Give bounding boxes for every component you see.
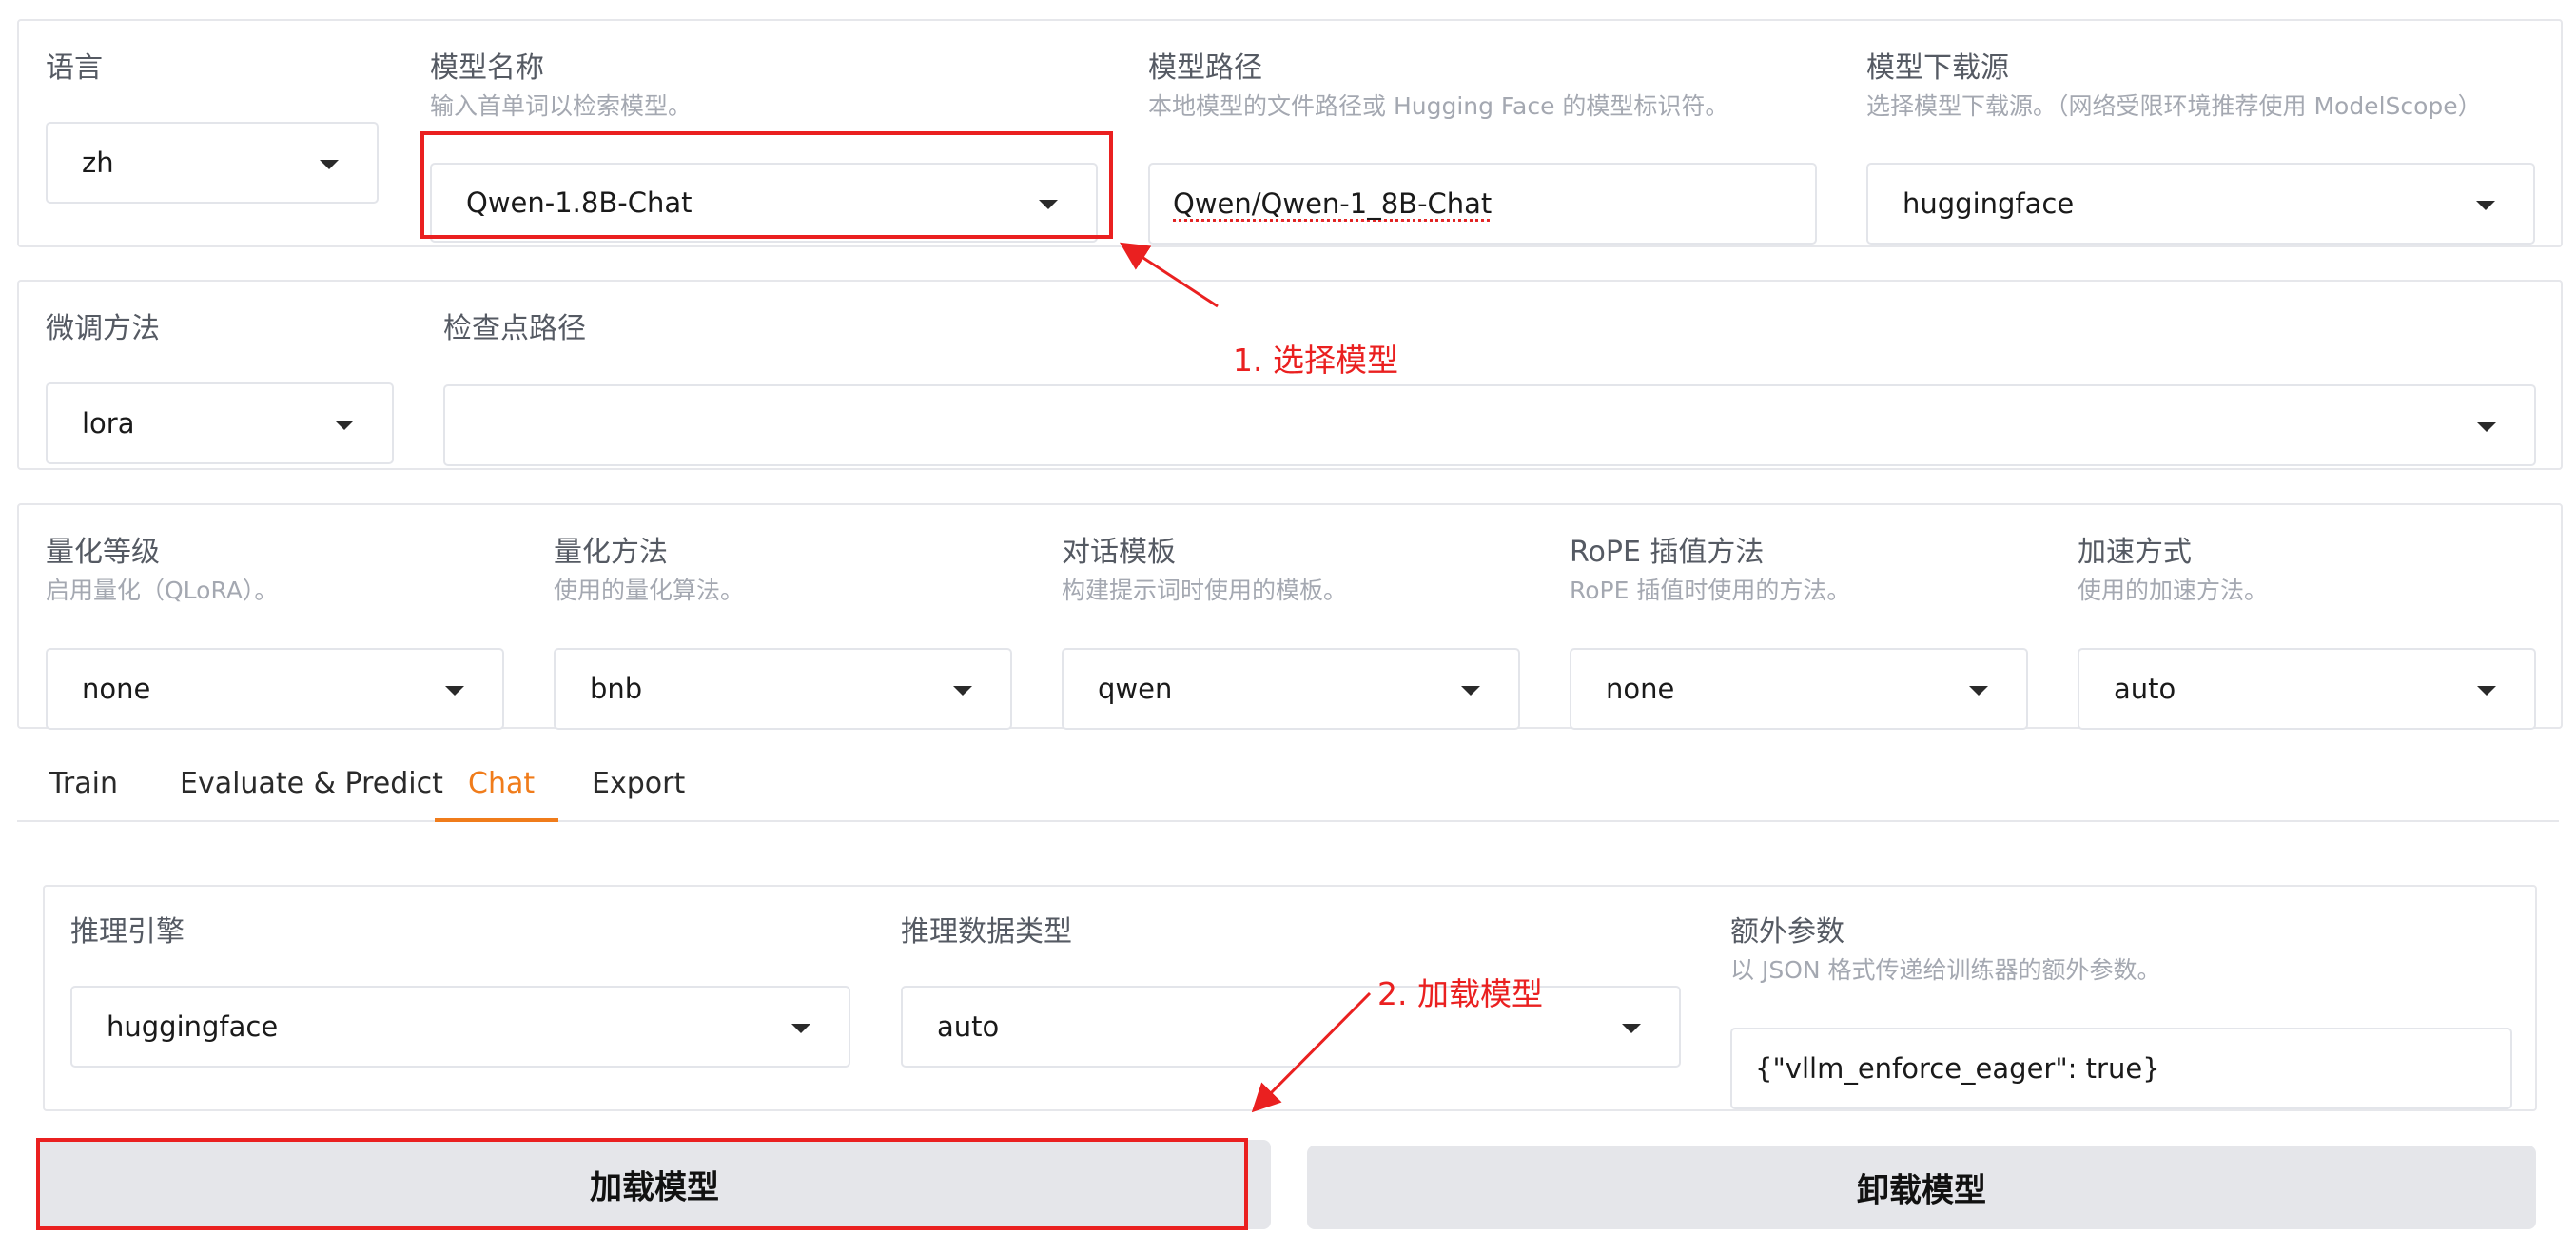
infer-dtype-value: auto <box>937 1010 1000 1043</box>
tab-evaluate-predict[interactable]: Evaluate & Predict <box>180 767 443 800</box>
extra-args-value: {"vllm_enforce_eager": true} <box>1755 1052 2160 1085</box>
checkpoint-dropdown[interactable] <box>443 384 2536 466</box>
language-value: zh <box>82 147 114 179</box>
chevron-down-icon <box>1622 1024 1641 1033</box>
step1-annotation: 1. 选择模型 <box>1233 342 1398 379</box>
quant-method-value: bnb <box>590 673 643 705</box>
chevron-down-icon <box>1039 200 1058 209</box>
model-source-info: 选择模型下载源。（网络受限环境推荐使用 ModelScope） <box>1866 92 2482 120</box>
model-source-value: huggingface <box>1903 187 2075 220</box>
booster-info: 使用的加速方法。 <box>2078 577 2269 604</box>
model-path-input[interactable]: Qwen/Qwen-1_8B-Chat <box>1148 163 1817 245</box>
quant-method-label: 量化方法 <box>554 536 668 569</box>
chevron-down-icon <box>335 421 354 430</box>
template-dropdown[interactable]: qwen <box>1062 648 1520 730</box>
template-value: qwen <box>1098 673 1173 705</box>
extra-args-label: 额外参数 <box>1730 915 1844 949</box>
finetune-dropdown[interactable]: lora <box>46 382 394 464</box>
quant-method-info: 使用的量化算法。 <box>554 577 745 604</box>
step2-annotation: 2. 加载模型 <box>1377 975 1543 1012</box>
infer-backend-label: 推理引擎 <box>70 915 185 949</box>
booster-dropdown[interactable]: auto <box>2078 648 2536 730</box>
infer-backend-dropdown[interactable]: huggingface <box>70 986 850 1068</box>
quant-bit-info: 启用量化（QLoRA）。 <box>46 577 279 604</box>
chat-settings-panel: 推理引擎 huggingface 推理数据类型 auto 额外参数 以 JSON… <box>43 885 2537 1111</box>
load-model-button-label: 加载模型 <box>590 1168 719 1207</box>
model-name-label: 模型名称 <box>430 51 544 85</box>
finetune-value: lora <box>82 407 135 440</box>
finetune-label: 微调方法 <box>46 312 160 345</box>
model-path-label: 模型路径 <box>1148 51 1262 85</box>
rope-value: none <box>1606 673 1675 705</box>
chevron-down-icon <box>1969 686 1988 696</box>
chevron-down-icon <box>791 1024 810 1033</box>
extra-args-input[interactable]: {"vllm_enforce_eager": true} <box>1730 1028 2512 1109</box>
tab-train[interactable]: Train <box>49 767 118 800</box>
quant-bit-label: 量化等级 <box>46 536 160 569</box>
chevron-down-icon <box>953 686 972 696</box>
chevron-down-icon <box>2477 422 2496 432</box>
tab-export[interactable]: Export <box>592 767 685 800</box>
active-tab-indicator <box>435 818 558 822</box>
booster-label: 加速方式 <box>2078 536 2192 569</box>
unload-model-button-label: 卸载模型 <box>1857 1171 1986 1210</box>
rope-info: RoPE 插值时使用的方法。 <box>1570 577 1851 604</box>
infer-dtype-label: 推理数据类型 <box>901 915 1072 949</box>
model-path-value: Qwen/Qwen-1_8B-Chat <box>1173 187 1493 220</box>
chevron-down-icon <box>2477 686 2496 696</box>
chevron-down-icon <box>445 686 464 696</box>
quant-bit-value: none <box>82 673 151 705</box>
tab-bar: Train Evaluate & Predict Chat Export <box>17 750 2559 822</box>
language-label: 语言 <box>46 51 103 85</box>
infer-dtype-dropdown[interactable]: auto <box>901 986 1681 1068</box>
model-settings-panel: 语言 zh 模型名称 输入首单词以检索模型。 Qwen-1.8B-Chat 模型… <box>17 19 2563 247</box>
tab-chat[interactable]: Chat <box>468 767 535 800</box>
rope-label: RoPE 插值方法 <box>1570 536 1765 569</box>
rope-dropdown[interactable]: none <box>1570 648 2028 730</box>
template-info: 构建提示词时使用的模板。 <box>1062 577 1348 604</box>
booster-value: auto <box>2114 673 2176 705</box>
quantization-panel: 量化等级 启用量化（QLoRA）。 none 量化方法 使用的量化算法。 bnb… <box>17 503 2563 730</box>
chevron-down-icon <box>1461 686 1480 696</box>
checkpoint-label: 检查点路径 <box>443 312 586 345</box>
extra-args-info: 以 JSON 格式传递给训练器的额外参数。 <box>1730 956 2161 984</box>
load-model-button[interactable]: 加载模型 <box>38 1140 1271 1229</box>
chevron-down-icon <box>2476 201 2495 210</box>
model-source-dropdown[interactable]: huggingface <box>1866 163 2535 245</box>
model-name-dropdown[interactable]: Qwen-1.8B-Chat <box>430 163 1098 243</box>
model-path-info: 本地模型的文件路径或 Hugging Face 的模型标识符。 <box>1148 92 1729 120</box>
quant-bit-dropdown[interactable]: none <box>46 648 504 730</box>
quant-method-dropdown[interactable]: bnb <box>554 648 1012 730</box>
infer-backend-value: huggingface <box>107 1010 279 1043</box>
model-name-info: 输入首单词以检索模型。 <box>430 92 693 120</box>
template-label: 对话模板 <box>1062 536 1176 569</box>
model-name-value: Qwen-1.8B-Chat <box>466 186 693 219</box>
language-dropdown[interactable]: zh <box>46 122 379 204</box>
chevron-down-icon <box>320 160 339 169</box>
model-source-label: 模型下载源 <box>1866 51 2009 85</box>
unload-model-button[interactable]: 卸载模型 <box>1307 1146 2536 1229</box>
